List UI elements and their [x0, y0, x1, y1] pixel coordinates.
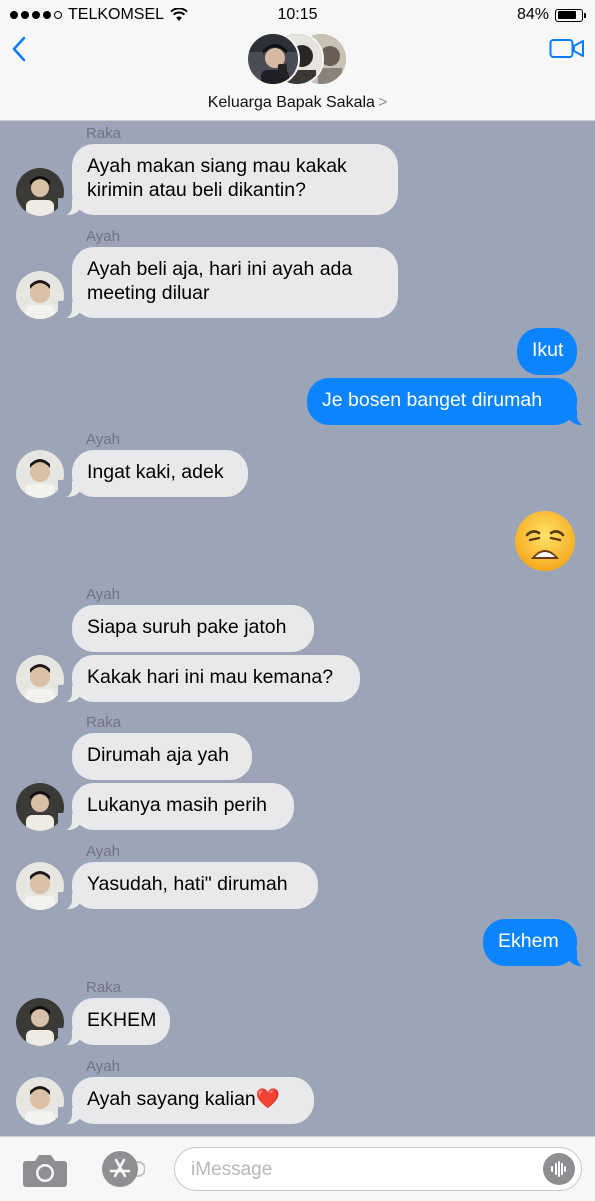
message-bubble[interactable]: Kakak hari ini mau kemana? [58, 655, 360, 703]
message-text: Siapa suruh pake jatoh [87, 616, 287, 638]
weary-face-emoji-icon[interactable] [513, 509, 577, 573]
message-bubble-sent[interactable]: Ekhem [483, 919, 591, 967]
avatar-ayah[interactable] [16, 862, 64, 910]
message-line: kirimin atau beli dikantin? [87, 179, 306, 201]
message-line: Ayah beli aja, hari ini ayah ada [87, 258, 353, 280]
message-bubble[interactable]: Ayah beli aja, hari ini ayah ada meeting… [58, 247, 398, 319]
sender-name: Ayah [86, 586, 120, 603]
app-store-icon[interactable] [95, 1149, 145, 1189]
back-chevron-icon[interactable] [8, 34, 32, 64]
battery-group: 84% [516, 6, 586, 24]
message-text: Ingat kaki, adek [87, 461, 224, 483]
avatar-ayah[interactable] [16, 271, 64, 319]
battery-percentage: 84% [516, 6, 549, 23]
sender-name: Raka [86, 714, 122, 731]
message-composer: iMessage [0, 1136, 595, 1201]
avatar-ayah[interactable] [16, 450, 64, 498]
avatar-raka[interactable] [16, 168, 64, 216]
message-line: Ayah makan siang mau kakak [87, 155, 347, 177]
message-bubble[interactable]: Ingat kaki, adek [58, 450, 248, 498]
message-input[interactable]: iMessage [174, 1147, 582, 1191]
message-text: Ikut [532, 339, 564, 361]
group-name[interactable]: Keluarga Bapak Sakala > [0, 94, 595, 112]
message-text: Kakak hari ini mau kemana? [87, 666, 334, 688]
video-call-icon[interactable] [549, 36, 585, 60]
message-bubble-sent[interactable]: Je bosen banget dirumah [307, 378, 591, 426]
group-avatar-1 [246, 32, 300, 86]
message-bubble[interactable]: Yasudah, hati" dirumah [58, 862, 318, 910]
conversation-header: Keluarga Bapak Sakala > [0, 32, 595, 121]
message-bubble[interactable]: Siapa suruh pake jatoh [72, 605, 314, 652]
message-line: meeting diluar [87, 282, 210, 304]
sender-name: Ayah [86, 1058, 120, 1075]
chevron-right-icon: > [377, 94, 388, 111]
message-text: Je bosen banget dirumah [322, 389, 543, 411]
message-text: Dirumah aja yah [87, 744, 229, 766]
message-bubble[interactable]: Ayah sayang kalian❤️ [58, 1077, 314, 1125]
message-text: Ekhem [498, 930, 559, 952]
message-text: Yasudah, hati" dirumah [87, 873, 288, 895]
avatar-raka[interactable] [16, 783, 64, 831]
avatar-ayah[interactable] [16, 655, 64, 703]
message-input-placeholder: iMessage [191, 1159, 273, 1180]
message-text: Ayah sayang kalian❤️ [87, 1088, 281, 1110]
message-thread[interactable]: Raka Ayah makan siang mau kakak kirimin … [0, 121, 595, 1136]
sender-name: Raka [86, 979, 122, 996]
status-bar: TELKOMSEL 10:15 84% [0, 0, 595, 32]
group-name-label: Keluarga Bapak Sakala [207, 94, 375, 111]
message-text: Lukanya masih perih [87, 794, 267, 816]
message-bubble[interactable]: Lukanya masih perih [58, 783, 294, 831]
camera-icon[interactable] [22, 1151, 68, 1189]
avatar-ayah[interactable] [16, 1077, 64, 1125]
avatar-raka[interactable] [16, 998, 64, 1046]
sender-name: Ayah [86, 843, 120, 860]
message-bubble[interactable]: EKHEM [58, 998, 170, 1046]
message-bubble-sent[interactable]: Ikut [517, 328, 577, 375]
message-bubble[interactable]: Ayah makan siang mau kakak kirimin atau … [58, 144, 398, 216]
audio-message-icon[interactable] [543, 1153, 575, 1185]
sender-name: Raka [86, 125, 122, 142]
clock: 10:15 [277, 6, 318, 23]
battery-icon [555, 8, 586, 22]
message-text: EKHEM [87, 1009, 157, 1031]
group-avatars[interactable] [246, 32, 356, 90]
message-bubble[interactable]: Dirumah aja yah [72, 733, 252, 780]
sender-name: Ayah [86, 431, 120, 448]
sender-name: Ayah [86, 228, 120, 245]
